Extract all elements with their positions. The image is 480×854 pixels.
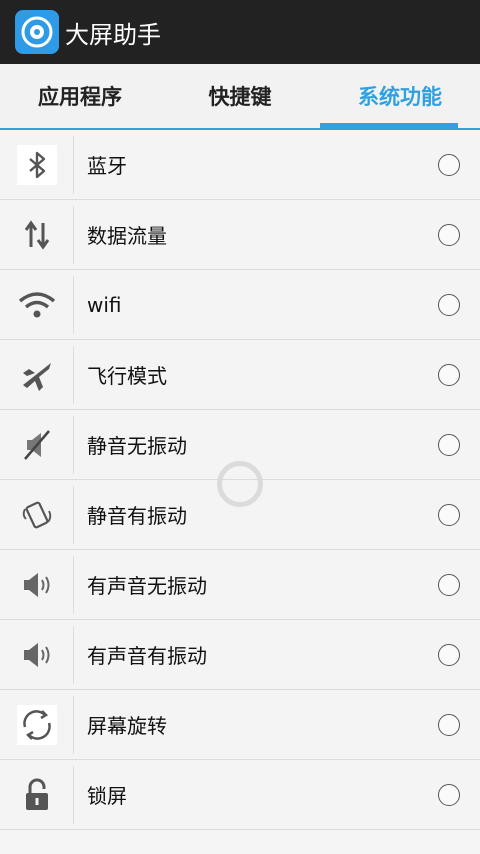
mute-icon (0, 415, 74, 474)
list-item-lock-screen[interactable]: 锁屏 (0, 760, 480, 830)
list-item-label: 数据流量 (87, 224, 167, 248)
radio-button[interactable] (438, 783, 460, 806)
list-item-label: 有声音有振动 (87, 644, 207, 668)
airplane-icon (0, 345, 74, 404)
app-logo-icon[interactable] (15, 10, 59, 54)
list-item-sound-vibrate[interactable]: 有声音有振动 (0, 620, 480, 690)
radio-button[interactable] (438, 573, 460, 596)
rotate-icon (0, 695, 74, 754)
tab-system-functions[interactable]: 系统功能 (320, 64, 480, 128)
list-item-label: 飞行模式 (87, 364, 167, 388)
tab-bar: 应用程序 快捷键 系统功能 (0, 64, 480, 130)
list-item-label: 静音有振动 (87, 504, 187, 528)
speaker-icon (0, 625, 74, 684)
list-item-data-traffic[interactable]: 数据流量 (0, 200, 480, 270)
radio-button[interactable] (438, 223, 460, 246)
radio-button[interactable] (438, 503, 460, 526)
title-bar: 大屏助手 (0, 0, 480, 64)
radio-button[interactable] (438, 713, 460, 736)
list-item-label: 锁屏 (87, 784, 127, 808)
app-title: 大屏助手 (65, 20, 161, 49)
data-traffic-icon (0, 205, 74, 264)
loading-spinner (217, 461, 263, 507)
vibrate-icon (0, 485, 74, 544)
radio-button[interactable] (438, 363, 460, 386)
radio-button[interactable] (438, 433, 460, 456)
list-item-sound-no-vibrate[interactable]: 有声音无振动 (0, 550, 480, 620)
radio-button[interactable] (438, 293, 460, 316)
list-item-label: 屏幕旋转 (87, 714, 167, 738)
radio-button[interactable] (438, 643, 460, 666)
tab-shortcuts[interactable]: 快捷键 (160, 64, 320, 128)
bluetooth-icon (0, 135, 74, 194)
list-item-label: 静音无振动 (87, 434, 187, 458)
tab-apps[interactable]: 应用程序 (0, 64, 160, 128)
lock-icon (0, 765, 74, 824)
wifi-icon (0, 275, 74, 334)
list-item-wifi[interactable]: wifi (0, 270, 480, 340)
speaker-icon (0, 555, 74, 614)
list-item-screen-rotate[interactable]: 屏幕旋转 (0, 690, 480, 760)
radio-button[interactable] (438, 153, 460, 176)
list-item-bluetooth[interactable]: 蓝牙 (0, 130, 480, 200)
list-item-label: 有声音无振动 (87, 574, 207, 598)
list-item-label: 蓝牙 (87, 154, 127, 178)
list-item-label: wifi (87, 292, 122, 317)
list-item-airplane-mode[interactable]: 飞行模式 (0, 340, 480, 410)
